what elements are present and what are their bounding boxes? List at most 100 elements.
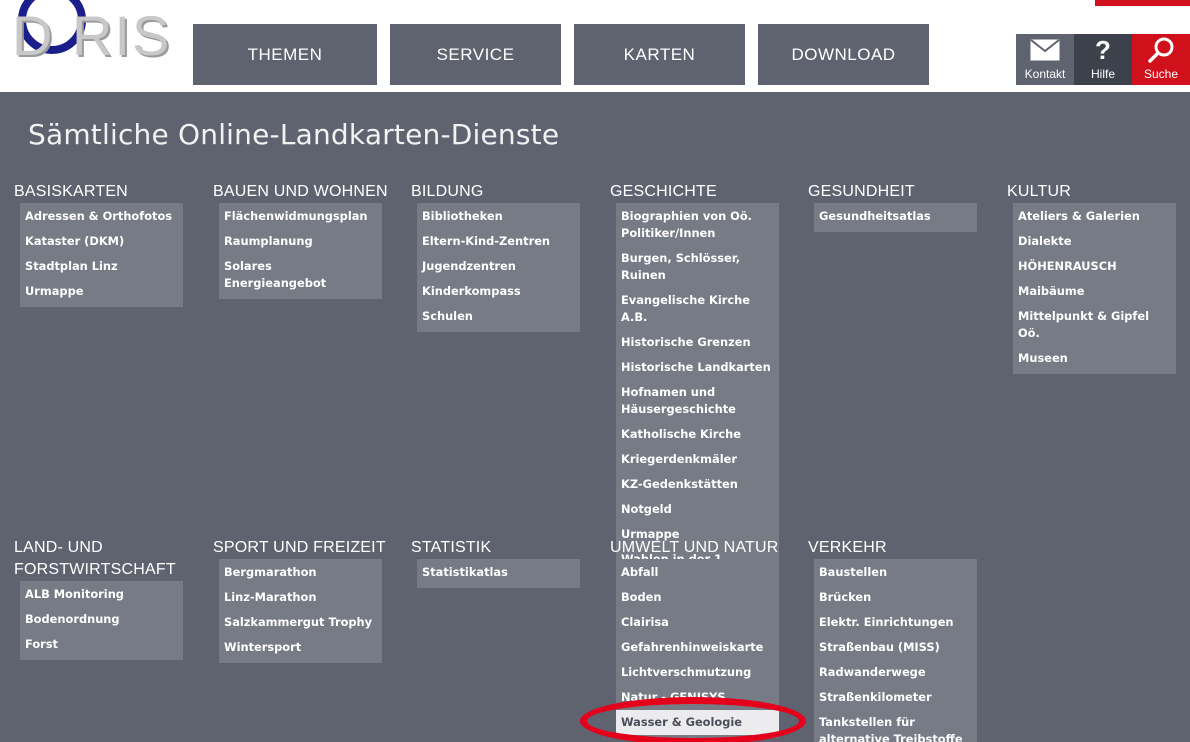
map-service-link[interactable]: Abfall	[616, 560, 779, 585]
map-service-link[interactable]: Notgeld	[616, 497, 779, 522]
category-verkehr: VERKEHR Baustellen Brücken Elektr. Einrich…	[808, 537, 983, 742]
category-list: Adressen & Orthofotos Kataster (DKM) Stadt…	[20, 203, 183, 307]
category-title: GESCHICHTE	[610, 183, 717, 200]
category-umwelt-und-natur: UMWELT UND NATUR Abfall Boden Clairisa Gefa…	[610, 537, 785, 738]
map-service-link[interactable]: ALB Monitoring	[20, 582, 183, 607]
map-service-link[interactable]: HÖHENRAUSCH	[1013, 254, 1176, 279]
category-gesundheit: GESUNDHEIT Gesundheitsatlas	[808, 181, 983, 232]
map-service-link[interactable]: Dialekte	[1013, 229, 1176, 254]
map-service-link[interactable]: Forst	[20, 632, 183, 657]
map-service-link[interactable]: Natur - GENISYS	[616, 685, 779, 710]
map-service-link[interactable]: Brücken	[814, 585, 977, 610]
map-service-link[interactable]: Kinderkompass	[417, 279, 580, 304]
map-service-link[interactable]: Raumplanung	[219, 229, 382, 254]
map-service-link[interactable]: Straßenkilometer	[814, 685, 977, 710]
map-service-link[interactable]: KZ-Gedenkstätten	[616, 472, 779, 497]
map-service-link[interactable]: Baustellen	[814, 560, 977, 585]
map-service-link[interactable]: Kriegerdenkmäler	[616, 447, 779, 472]
map-service-link[interactable]: Straßenbau (MISS)	[814, 635, 977, 660]
doris-logo[interactable]: D RIS	[4, 0, 174, 76]
map-service-link[interactable]: Maibäume	[1013, 279, 1176, 304]
category-geschichte: GESCHICHTE Biographien von Oö. Politiker…	[610, 181, 785, 592]
map-service-link[interactable]: Evangelische Kirche A.B.	[616, 288, 779, 330]
logo-text: D RIS	[12, 4, 172, 67]
map-service-link[interactable]: Eltern-Kind-Zentren	[417, 229, 580, 254]
category-bauen-und-wohnen: BAUEN UND WOHNEN Flächenwidmungsplan Raum…	[213, 181, 388, 299]
category-list: Bibliotheken Eltern-Kind-Zentren Jugendzen…	[417, 203, 580, 332]
map-service-link[interactable]: Radwanderwege	[814, 660, 977, 685]
page-title: Sämtliche Online-Landkarten-Dienste	[28, 118, 560, 151]
nav-themen[interactable]: THEMEN	[193, 24, 377, 85]
map-service-link[interactable]: Tankstellen für alternative Treibstoffe	[814, 710, 977, 742]
map-service-link[interactable]: Historische Grenzen	[616, 330, 779, 355]
category-list: Bergmarathon Linz-Marathon Salzkammergut T…	[219, 559, 382, 663]
map-service-link[interactable]: Historische Landkarten	[616, 355, 779, 380]
kontakt-label: Kontakt	[1024, 67, 1066, 81]
map-service-link[interactable]: Gesundheitsatlas	[814, 204, 977, 229]
category-list: Ateliers & Galerien Dialekte HÖHENRAUSCH Ma…	[1013, 203, 1176, 374]
map-service-link[interactable]: Adressen & Orthofotos	[20, 204, 183, 229]
nav-service[interactable]: SERVICE	[390, 24, 561, 85]
category-title: GESUNDHEIT	[808, 183, 915, 200]
map-service-link[interactable]: Linz-Marathon	[219, 585, 382, 610]
category-statistik: STATISTIK Statistikatlas	[411, 537, 586, 588]
map-service-link[interactable]: Katholische Kirche	[616, 422, 779, 447]
map-service-link[interactable]: Bodenordnung	[20, 607, 183, 632]
map-service-link[interactable]: Lichtverschmutzung	[616, 660, 779, 685]
hilfe-button[interactable]: ? Hilfe	[1074, 34, 1132, 85]
hilfe-label: Hilfe	[1090, 67, 1115, 81]
map-service-link[interactable]: Wasser & Geologie	[616, 710, 779, 735]
nav-karten[interactable]: KARTEN	[574, 24, 745, 85]
map-service-link[interactable]: Biographien von Oö. Politiker/Innen	[616, 204, 779, 246]
category-title: SPORT UND FREIZEIT	[213, 539, 386, 556]
map-service-link[interactable]: Statistikatlas	[417, 560, 580, 585]
category-title: BAUEN UND WOHNEN	[213, 183, 388, 200]
map-service-link[interactable]: Flächenwidmungsplan	[219, 204, 382, 229]
category-title: VERKEHR	[808, 539, 887, 556]
map-service-link[interactable]: Wintersport	[219, 635, 382, 660]
map-service-link[interactable]: Museen	[1013, 346, 1176, 371]
map-service-link[interactable]: Clairisa	[616, 610, 779, 635]
map-service-link[interactable]: Bergmarathon	[219, 560, 382, 585]
category-title: STATISTIK	[411, 539, 492, 556]
category-title: BASISKARTEN	[14, 183, 128, 200]
map-service-link[interactable]: Mittelpunkt & Gipfel Oö.	[1013, 304, 1176, 346]
map-service-link[interactable]: Urmappe	[20, 279, 183, 304]
map-service-link[interactable]: Ateliers & Galerien	[1013, 204, 1176, 229]
map-service-link[interactable]: Kataster (DKM)	[20, 229, 183, 254]
category-list: Baustellen Brücken Elektr. Einrichtungen St…	[814, 559, 977, 742]
category-sport-und-freizeit: SPORT UND FREIZEIT Bergmarathon Linz-Mara…	[213, 537, 388, 663]
category-list: ALB Monitoring Bodenordnung Forst	[20, 581, 183, 660]
nav-download[interactable]: DOWNLOAD	[758, 24, 929, 85]
map-service-link[interactable]: Gefahrenhinweiskarte	[616, 635, 779, 660]
envelope-icon	[1016, 34, 1074, 66]
map-service-link[interactable]: Solares Energieangebot	[219, 254, 382, 296]
category-title: UMWELT UND NATUR	[610, 539, 779, 556]
question-icon: ?	[1074, 34, 1132, 66]
map-service-link[interactable]: Elektr. Einrichtungen	[814, 610, 977, 635]
kontakt-button[interactable]: Kontakt	[1016, 34, 1074, 85]
suche-button[interactable]: Suche	[1132, 34, 1190, 85]
map-service-link[interactable]: Jugendzentren	[417, 254, 580, 279]
category-title: BILDUNG	[411, 183, 484, 200]
suche-label: Suche	[1143, 67, 1179, 81]
map-service-link[interactable]: Boden	[616, 585, 779, 610]
category-title: KULTUR	[1007, 183, 1072, 200]
category-list: Biographien von Oö. Politiker/Innen Burge…	[616, 203, 779, 592]
svg-text:?: ?	[1095, 37, 1111, 63]
category-basiskarten: BASISKARTEN Adressen & Orthofotos Kataste…	[14, 181, 189, 307]
category-kultur: KULTUR Ateliers & Galerien Dialekte HÖHENR…	[1007, 181, 1182, 374]
magnifier-icon	[1132, 34, 1190, 66]
category-title: LAND- UND FORSTWIRTSCHAFT	[14, 539, 176, 578]
map-service-link[interactable]: Bibliotheken	[417, 204, 580, 229]
map-service-link[interactable]: Burgen, Schlösser, Ruinen	[616, 246, 779, 288]
map-service-link[interactable]: Stadtplan Linz	[20, 254, 183, 279]
map-service-link[interactable]: Schulen	[417, 304, 580, 329]
site-header: D RIS THEMEN SERVICE KARTEN DOWNLOAD Kon…	[0, 0, 1190, 88]
category-bildung: BILDUNG Bibliotheken Eltern-Kind-Zentren J…	[411, 181, 586, 332]
map-service-link[interactable]: Salzkammergut Trophy	[219, 610, 382, 635]
category-list: Gesundheitsatlas	[814, 203, 977, 232]
category-list: Statistikatlas	[417, 559, 580, 588]
map-service-link[interactable]: Hofnamen und Häusergeschichte	[616, 380, 779, 422]
category-list: Abfall Boden Clairisa Gefahrenhinweiskarte L…	[616, 559, 779, 738]
